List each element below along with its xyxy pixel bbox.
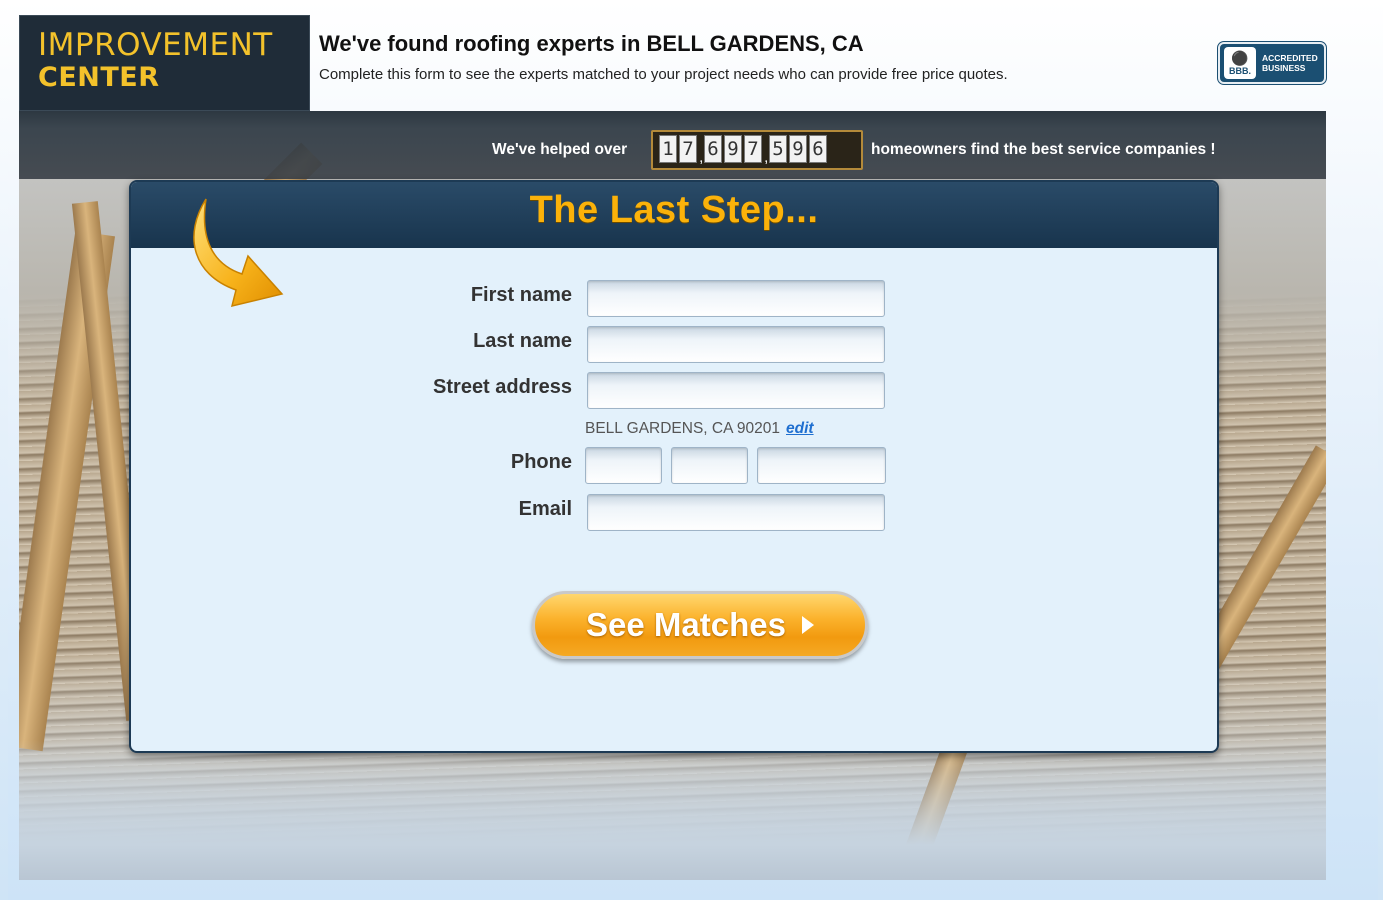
counter-prefix: We've helped over (492, 141, 628, 158)
site-logo[interactable]: IMPROVEMENT CENTER (19, 15, 310, 111)
counter-digit: 7 (679, 135, 697, 163)
bbb-line-1: ACCREDITED (1262, 53, 1318, 63)
play-triangle-icon (801, 616, 814, 634)
see-matches-button[interactable]: See Matches (532, 591, 868, 659)
counter-suffix: homeowners find the best service compani… (871, 141, 1216, 158)
phone-row: Phone (131, 447, 1217, 487)
edit-location-link[interactable]: edit (786, 420, 814, 437)
page-subheadline: Complete this form to see the experts ma… (319, 66, 1008, 83)
bbb-line-2: BUSINESS (1262, 63, 1306, 73)
bbb-seal: ⚫ BBB. (1224, 47, 1256, 79)
location-text: BELL GARDENS, CA 90201 (585, 420, 780, 437)
bbb-seal-text: BBB. (1229, 66, 1251, 76)
phone-area-code-input[interactable] (585, 447, 662, 484)
counter-digit: 5 (769, 135, 787, 163)
bbb-accredited-badge[interactable]: ⚫ BBB. ACCREDITED BUSINESS (1218, 42, 1326, 84)
counter-digit: 6 (809, 135, 827, 163)
logo-line-2: CENTER (38, 62, 160, 93)
counter-separator: , (699, 149, 704, 166)
phone-prefix-input[interactable] (671, 447, 748, 484)
email-row: Email (131, 494, 1217, 534)
counter-separator: , (764, 149, 769, 166)
street-address-row: Street address (131, 372, 1217, 412)
counter-digit: 7 (744, 135, 762, 163)
counter-digit: 9 (724, 135, 742, 163)
last-name-input[interactable] (587, 326, 885, 363)
site-header: IMPROVEMENT CENTER We've found roofing e… (19, 15, 1326, 111)
last-name-label: Last name (473, 330, 572, 352)
location-line: BELL GARDENS, CA 90201 edit (585, 420, 814, 438)
street-address-input[interactable] (587, 372, 885, 409)
form-header: The Last Step... (131, 182, 1217, 248)
bbb-torch-icon: ⚫ (1231, 50, 1249, 66)
counter-digit: 6 (704, 135, 722, 163)
phone-label: Phone (510, 451, 572, 473)
first-name-row: First name (131, 280, 1217, 320)
see-matches-label: See Matches (586, 606, 786, 643)
counter-digit: 9 (789, 135, 807, 163)
bbb-badge-text: ACCREDITED BUSINESS (1262, 53, 1318, 73)
phone-line-input[interactable] (757, 447, 886, 484)
form-title: The Last Step... (529, 189, 819, 231)
email-label: Email (518, 498, 572, 520)
first-name-label: First name (470, 284, 572, 306)
logo-line-1: IMPROVEMENT (38, 27, 273, 63)
hero-bottom-fade (19, 740, 1326, 880)
email-input[interactable] (587, 494, 885, 531)
lead-form-panel: The Last Step... First name Last name St… (129, 180, 1219, 753)
homeowners-counter-row: We've helped over 17,697,596 homeowners … (19, 125, 1326, 170)
page-headline: We've found roofing experts in BELL GARD… (319, 31, 864, 56)
homeowners-counter: 17,697,596 (651, 130, 863, 170)
first-name-input[interactable] (587, 280, 885, 317)
street-address-label: Street address (433, 376, 572, 398)
counter-digit: 1 (659, 135, 677, 163)
last-name-row: Last name (131, 326, 1217, 366)
